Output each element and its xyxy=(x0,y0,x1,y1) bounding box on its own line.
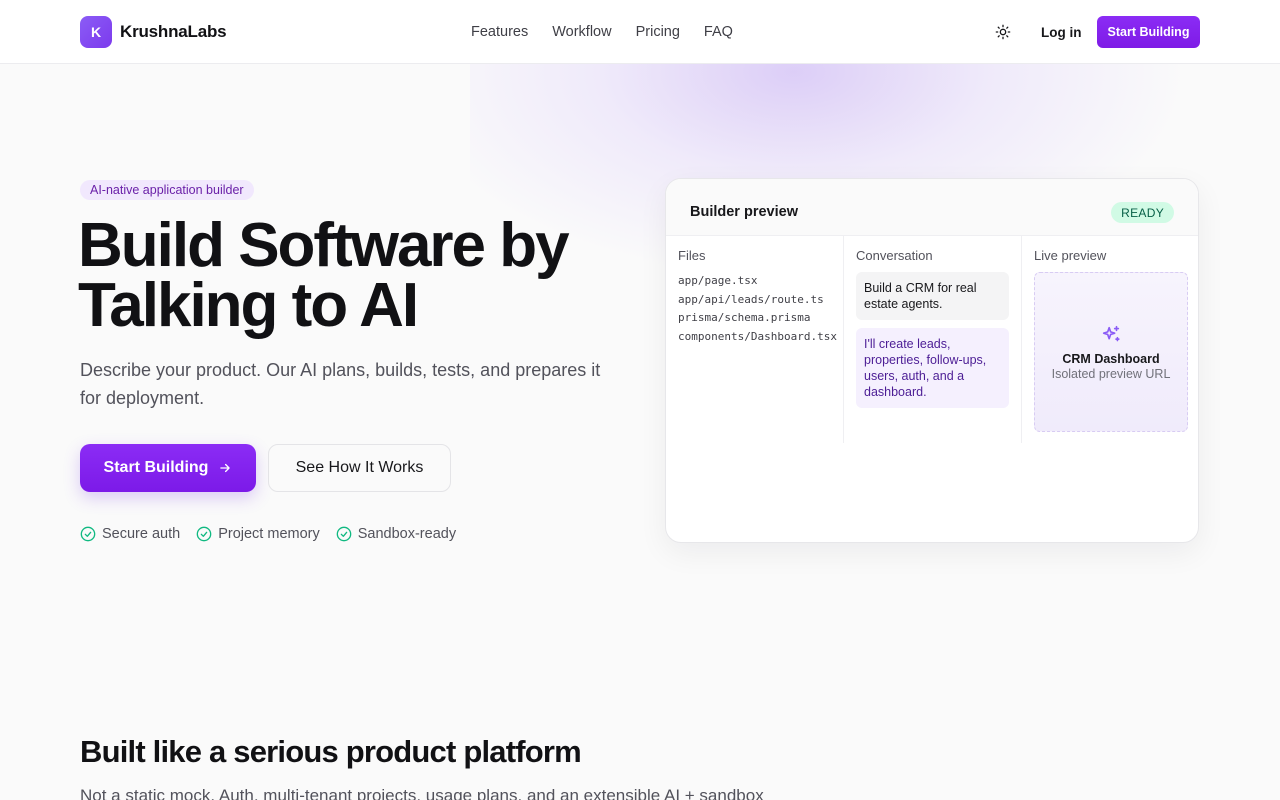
top-navbar: K KrushnaLabs Features Workflow Pricing … xyxy=(0,0,1280,64)
theme-toggle-button[interactable] xyxy=(987,16,1019,48)
live-preview-subtitle: Isolated preview URL xyxy=(1051,366,1171,381)
live-preview-title: CRM Dashboard xyxy=(1062,351,1160,366)
hero-subtitle: Describe your product. Our AI plans, bui… xyxy=(80,360,601,408)
hero-title-line-1: Build Software by xyxy=(78,211,570,280)
nav-link-pricing[interactable]: Pricing xyxy=(636,24,680,40)
live-preview-panel: Live preview CRM Dashboard Isolated prev… xyxy=(1022,236,1198,443)
user-message: Build a CRM for real estate agents. xyxy=(856,272,1009,320)
files-panel: Files app/page.tsx app/api/leads/route.t… xyxy=(666,236,844,443)
section-subtitle: Not a static mock. Auth, multi-tenant pr… xyxy=(80,786,764,800)
status-badge: READY xyxy=(1111,202,1174,223)
ai-message: I'll create leads, properties, follow-up… xyxy=(856,328,1009,408)
file-item[interactable]: app/page.tsx xyxy=(678,272,837,291)
check-circle-icon xyxy=(80,526,96,542)
conversation-label: Conversation xyxy=(856,248,933,263)
hero-badge: AI-native application builder xyxy=(80,180,254,200)
hero-title: Build Software by Talking to AI xyxy=(78,215,638,337)
live-preview-label: Live preview xyxy=(1034,248,1107,263)
login-button[interactable]: Log in xyxy=(1031,16,1092,48)
feature-label: Project memory xyxy=(218,526,320,542)
conversation-panel: Conversation Build a CRM for real estate… xyxy=(844,236,1022,443)
nav-link-faq[interactable]: FAQ xyxy=(704,24,733,40)
nav-link-features[interactable]: Features xyxy=(471,24,528,40)
file-list: app/page.tsx app/api/leads/route.ts pris… xyxy=(678,272,837,346)
hero-title-line-2: Talking to AI xyxy=(78,271,419,340)
main-nav: Features Workflow Pricing FAQ xyxy=(471,0,733,64)
live-preview-frame[interactable]: CRM Dashboard Isolated preview URL xyxy=(1034,272,1188,432)
file-item[interactable]: components/Dashboard.tsx xyxy=(678,328,837,347)
hero-feature-list: Secure auth Project memory Sandbox-ready xyxy=(80,524,456,544)
start-building-button[interactable]: Start Building xyxy=(80,444,256,492)
feature-label: Sandbox-ready xyxy=(357,526,457,542)
builder-preview-card: Builder preview READY Files app/page.tsx… xyxy=(665,178,1199,543)
start-building-label: Start Building xyxy=(103,459,209,476)
sparkles-icon xyxy=(1102,325,1120,341)
file-item[interactable]: prisma/schema.prisma xyxy=(678,309,837,328)
check-circle-icon xyxy=(196,526,212,542)
brand-mark: K xyxy=(80,16,112,48)
check-circle-icon xyxy=(336,526,352,542)
brand-name: KrushnaLabs xyxy=(120,22,227,41)
file-item[interactable]: app/api/leads/route.ts xyxy=(678,291,837,310)
feature-item: Secure auth xyxy=(80,526,180,542)
sun-icon xyxy=(995,24,1011,40)
preview-card-header: Builder preview READY xyxy=(666,179,1198,236)
see-how-it-works-button[interactable]: See How It Works xyxy=(268,444,451,492)
nav-link-workflow[interactable]: Workflow xyxy=(552,24,611,40)
section-title: Built like a serious product platform xyxy=(80,734,582,769)
arrow-right-icon xyxy=(220,463,231,473)
header-start-building-button[interactable]: Start Building xyxy=(1097,16,1200,48)
brand-logo[interactable]: K KrushnaLabs xyxy=(80,16,227,48)
feature-label: Secure auth xyxy=(102,526,181,542)
feature-item: Sandbox-ready xyxy=(336,526,456,542)
preview-card-title: Builder preview xyxy=(690,204,798,220)
files-label: Files xyxy=(678,248,706,263)
feature-item: Project memory xyxy=(196,526,320,542)
